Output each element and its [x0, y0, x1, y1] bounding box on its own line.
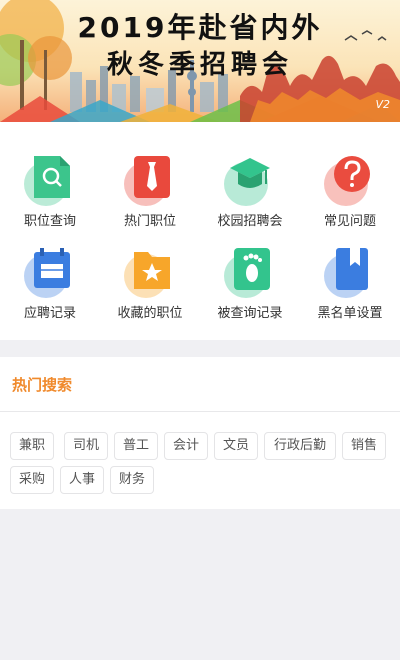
tag-sales[interactable]: 销售: [342, 432, 386, 460]
banner-title-line1: 2019年赴省内外: [77, 11, 323, 44]
menu-label: 黑名单设置: [317, 306, 383, 321]
tie-icon: [124, 154, 176, 206]
tag-hr[interactable]: 人事: [60, 466, 104, 494]
calendar-icon: [24, 246, 76, 298]
search-doc-icon: [24, 154, 76, 206]
question-icon: [324, 154, 376, 206]
star-folder-icon: [124, 246, 176, 298]
tag-finance[interactable]: 财务: [110, 466, 154, 494]
tag-driver[interactable]: 司机: [64, 432, 108, 460]
menu-viewed-record[interactable]: 被查询记录: [200, 218, 300, 321]
footprint-icon: [224, 246, 276, 298]
menu-saved-jobs[interactable]: 收藏的职位: [100, 218, 200, 321]
tag-part-time[interactable]: 兼职: [10, 432, 54, 460]
hot-search-title: 热门搜索: [12, 376, 73, 394]
menu-application-record[interactable]: 应聘记录: [0, 218, 100, 321]
tag-admin-logistics[interactable]: 行政后勤: [264, 432, 336, 460]
tag-accountant[interactable]: 会计: [164, 432, 208, 460]
bookmark-book-icon: [324, 246, 376, 298]
menu-job-search[interactable]: 职位查询: [0, 126, 100, 229]
menu-campus-fair[interactable]: 校园招聘会: [200, 126, 300, 229]
menu-label: 被查询记录: [217, 306, 283, 321]
menu-label: 收藏的职位: [117, 306, 183, 321]
hot-search-section: 热门搜索 兼职 司机 普工 会计 文员 行政后勤 销售 采购 人事 财务: [0, 357, 400, 509]
tag-purchasing[interactable]: 采购: [10, 466, 54, 494]
menu-blacklist-settings[interactable]: 黑名单设置: [300, 218, 400, 321]
menu-label: 应聘记录: [23, 306, 76, 321]
menu-hot-jobs[interactable]: 热门职位: [100, 126, 200, 229]
banner-title-line2: 秋冬季招聘会: [106, 50, 293, 80]
tag-clerk[interactable]: 文员: [214, 432, 258, 460]
banner-corner-text: V2: [375, 98, 390, 111]
event-banner[interactable]: 2019年赴省内外 秋冬季招聘会 V2: [0, 0, 400, 122]
tag-general-worker[interactable]: 普工: [114, 432, 158, 460]
graduation-cap-icon: [224, 154, 276, 206]
menu-faq[interactable]: 常见问题: [300, 126, 400, 229]
hot-search-header: 热门搜索: [0, 357, 400, 412]
function-grid: 职位查询 热门职位 校园招聘会 常见问题 应聘记录 收藏的职位 被查询记录 黑名…: [0, 122, 400, 340]
